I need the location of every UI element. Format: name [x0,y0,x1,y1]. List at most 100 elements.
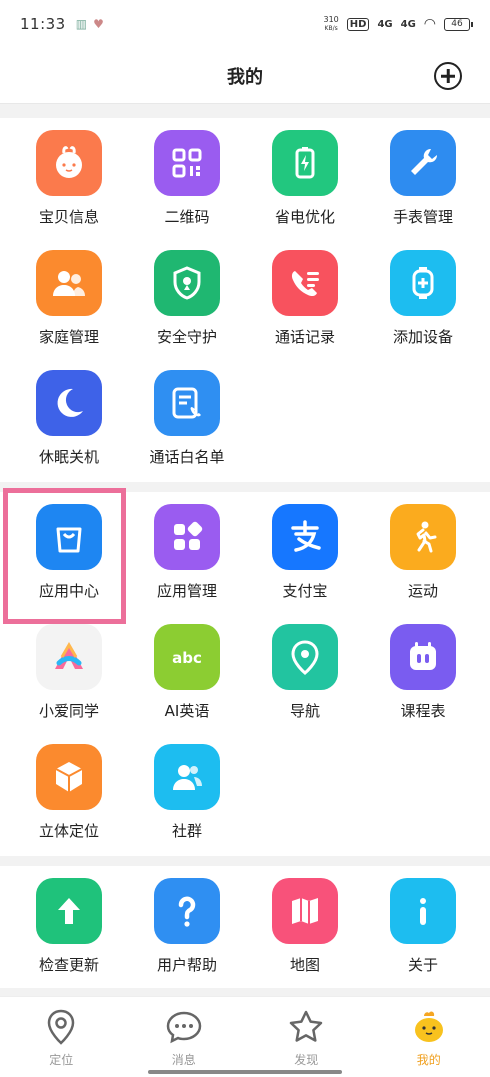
grid-item-map[interactable]: 地图 [244,866,366,986]
grid-item-baby-face[interactable]: 宝贝信息 [8,118,130,238]
grid-item-label: 课程表 [400,702,446,720]
grid-item-label: AI英语 [164,702,210,720]
grid-item-label: 省电优化 [274,208,335,226]
grid-item-label: 通话记录 [274,328,335,346]
signal-2-icon: 4G [400,18,416,30]
tab-messages[interactable]: 消息 [123,997,246,1077]
grid-item-whitelist[interactable]: 通话白名单 [126,358,248,478]
grid-item-arrow-up[interactable]: 检查更新 [8,866,130,986]
grid-item-abc[interactable]: abc AI英语 [126,612,248,732]
location-pin-icon [272,624,338,690]
tab-mine[interactable]: 我的 [368,997,490,1077]
wrench-icon [390,130,456,196]
grid-item-qr-code[interactable]: 二维码 [126,118,248,238]
message-tab-icon [166,1011,202,1044]
grid-item-call-log[interactable]: 通话记录 [244,238,366,358]
section-device: 宝贝信息 二维码 省电优化 手表管理家庭管理 安全守护 通话记录 添加设备休眠关机 通话白名单 [0,118,490,482]
star-tab-icon [290,1010,323,1042]
map-icon [272,878,338,944]
question-icon [154,878,220,944]
section-support: 检查更新 用户帮助 地图 关于 [0,866,490,988]
grid-item-label: 手表管理 [392,208,453,226]
status-time: 11:33 [20,15,66,33]
apps-grid-icon [154,504,220,570]
tab-discover[interactable]: 发现 [245,997,368,1077]
abc-icon: abc [154,624,220,690]
family-icon [36,250,102,316]
grid-item-label: 二维码 [164,208,210,226]
home-indicator[interactable] [148,1070,342,1074]
selection-highlight [3,488,126,624]
grid-item-location-pin[interactable]: 导航 [244,612,366,732]
tab-location[interactable]: 定位 [0,997,123,1077]
location-tab-icon [47,1009,75,1045]
grid-item-label: 关于 [407,956,438,974]
grid-item-label: 家庭管理 [38,328,99,346]
grid-item-label: 安全守护 [156,328,217,346]
chart-notification-icon: ▥ [75,17,88,31]
alipay-icon [272,504,338,570]
grid-item-label: 用户帮助 [156,956,217,974]
schedule-icon [390,624,456,690]
grid-item-label: 应用管理 [156,582,217,600]
grid-item-moon[interactable]: 休眠关机 [8,358,130,478]
grid-item-label: 添加设备 [392,328,453,346]
running-icon [390,504,456,570]
net-speed: 310 KB/s [323,15,338,33]
grid-item-label: 休眠关机 [38,448,99,466]
grid-item-wrench[interactable]: 手表管理 [362,118,484,238]
battery-saver-icon [272,130,338,196]
grid-item-label: 小爱同学 [38,702,99,720]
add-circle-button[interactable] [434,62,462,90]
grid-item-schedule[interactable]: 课程表 [362,612,484,732]
mascot-tab-icon [414,1011,443,1042]
arrow-up-icon [36,878,102,944]
xiaoai-icon [36,624,102,690]
tab-label: 我的 [416,1053,441,1067]
notification-icons: ▥ ♥ [76,17,104,31]
tab-label: 发现 [294,1053,319,1067]
grid-item-question[interactable]: 用户帮助 [126,866,248,986]
grid-item-info[interactable]: 关于 [362,866,484,986]
community-icon [154,744,220,810]
grid-item-label: 社群 [171,822,202,840]
battery-icon: 46 [444,17,473,31]
add-device-icon [390,250,456,316]
grid-item-label: 立体定位 [38,822,99,840]
grid-item-add-device[interactable]: 添加设备 [362,238,484,358]
grid-item-label: 运动 [407,582,438,600]
grid-item-label: 导航 [289,702,320,720]
page-title: 我的 [227,66,263,88]
grid-item-running[interactable]: 运动 [362,492,484,612]
grid-item-apps-grid[interactable]: 应用管理 [126,492,248,612]
whitelist-icon [154,370,220,436]
bottom-tab-bar: 定位 消息 发现 我的 [0,996,490,1077]
moon-icon [36,370,102,436]
tab-label: 定位 [49,1053,74,1067]
info-icon [390,878,456,944]
cube-icon [36,744,102,810]
grid-item-battery-saver[interactable]: 省电优化 [244,118,366,238]
tab-label: 消息 [171,1053,196,1067]
heart-notification-icon: ♥ [93,17,104,31]
net-speed-unit: KB/s [324,25,338,32]
grid-item-label: 地图 [289,956,320,974]
signal-1-icon: 4G [377,18,393,30]
net-speed-value: 310 [323,15,339,24]
status-bar: 11:33 ▥ ♥ 310 KB/s HD 4G 4G ◠ 46 [0,0,490,48]
grid-item-xiaoai[interactable]: 小爱同学 [8,612,130,732]
grid-item-label: 支付宝 [282,582,328,600]
call-log-icon [272,250,338,316]
grid-item-label: 宝贝信息 [38,208,99,226]
grid-item-cube[interactable]: 立体定位 [8,732,130,852]
wifi-icon: ◠ [423,16,436,32]
header: 我的 [0,48,490,104]
grid-item-family[interactable]: 家庭管理 [8,238,130,358]
grid-item-alipay[interactable]: 支付宝 [244,492,366,612]
grid-item-label: 检查更新 [38,956,99,974]
grid-item-community[interactable]: 社群 [126,732,248,852]
qr-code-icon [154,130,220,196]
hd-icon: HD [346,17,370,31]
grid-item-shield[interactable]: 安全守护 [126,238,248,358]
shield-icon [154,250,220,316]
